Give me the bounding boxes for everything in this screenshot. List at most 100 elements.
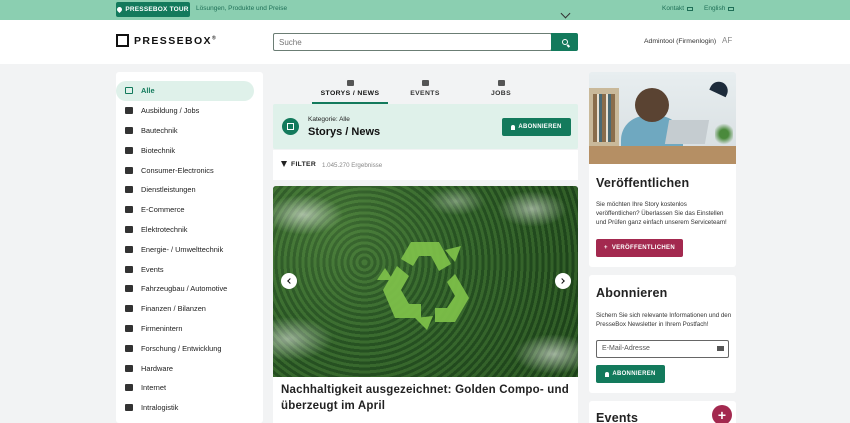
sidebar-item-events[interactable]: Events [116, 259, 254, 279]
pressebox-logo[interactable]: PRESSEBOX® [116, 34, 217, 47]
sidebar-item-biotechnik[interactable]: Biotechnik [116, 140, 254, 160]
category-title: Storys / News [308, 126, 381, 138]
publish-heading: Veröffentlichen [596, 176, 690, 190]
email-field[interactable]: E-Mail-Adresse [596, 340, 729, 358]
search-input[interactable] [273, 33, 552, 51]
sidebar-item-ausbildung-jobs[interactable]: Ausbildung / Jobs [116, 101, 254, 121]
photo-desk [589, 146, 736, 164]
sidebar-item-label: Internet [141, 383, 167, 393]
avatar[interactable]: AF [722, 36, 732, 45]
envelope-icon [717, 346, 724, 351]
sidebar-item-dienstleistungen[interactable]: Dienstleistungen [116, 180, 254, 200]
sidebar-item-hardware[interactable]: Hardware [116, 358, 254, 378]
logo-text: PRESSEBOX® [134, 35, 217, 47]
plus-icon: + [604, 245, 608, 251]
car-icon [125, 285, 133, 293]
featured-story-caption[interactable]: Nachhaltigkeit ausgezeichnet: Golden Com… [273, 377, 578, 423]
search-icon [561, 39, 568, 45]
energy-icon [125, 245, 133, 253]
featured-story-title[interactable]: Nachhaltigkeit ausgezeichnet: Golden Com… [281, 382, 573, 414]
sidebar-item-label: E-Commerce [141, 205, 185, 215]
add-event-button[interactable]: + [712, 405, 732, 423]
research-icon [125, 344, 133, 352]
kontakt-label: Kontakt [662, 5, 685, 12]
grid-icon [287, 123, 294, 130]
sidebar-item-intralogistik[interactable]: Intralogistik [116, 398, 254, 418]
sidebar-item-energie-umwelttechnik[interactable]: Energie- / Umwelttechnik [116, 239, 254, 259]
publish-card: Veröffentlichen Sie möchten Ihre Story k… [589, 164, 736, 267]
content-tabs: STORYS / NEWS EVENTS JOBS [312, 78, 538, 104]
sidebar-item-internet[interactable]: Internet [116, 378, 254, 398]
sidebar-item-label: Dienstleistungen [141, 185, 196, 195]
sidebar-item-label: Intralogistik [141, 403, 179, 413]
subscribe-label: ABONNIEREN [612, 371, 656, 377]
publish-button[interactable]: + VERÖFFENTLICHEN [596, 239, 683, 257]
language-label: English [704, 5, 726, 12]
bolt-icon [125, 225, 133, 233]
tab-events[interactable]: EVENTS [398, 78, 452, 104]
subscribe-category-button[interactable]: ABONNIEREN [502, 118, 571, 136]
pressebox-tour-button[interactable]: PRESSEBOX TOUR [116, 2, 190, 17]
sidebar-item-label: Biotechnik [141, 145, 176, 155]
sidebar-item-consumer-electronics[interactable]: Consumer-Electronics [116, 160, 254, 180]
bell-icon [605, 371, 610, 377]
globe-icon [125, 384, 133, 392]
newsletter-heading: Abonnieren [596, 286, 668, 300]
logistics-icon [125, 404, 133, 412]
sidebar-item-elektrotechnik[interactable]: Elektrotechnik [116, 220, 254, 240]
devices-icon [125, 166, 133, 174]
category-header-card: Kategorie: Alle Storys / News ABONNIEREN [273, 104, 578, 149]
chevron-left-icon [287, 278, 293, 284]
chevron-right-icon [559, 278, 565, 284]
photo-lamp [709, 78, 731, 98]
language-link[interactable]: English [704, 5, 735, 12]
newsletter-text: Sichern Sie sich relevante Informationen… [596, 312, 732, 328]
photo-plant [715, 122, 733, 146]
sidebar-item-finanzen-bilanzen[interactable]: Finanzen / Bilanzen [116, 299, 254, 319]
sidebar-item-label: Consumer-Electronics [141, 165, 214, 175]
calendar-icon [125, 265, 133, 273]
newsletter-card: Abonnieren Sichern Sie sich relevante In… [589, 275, 736, 393]
bell-icon [511, 124, 516, 130]
location-pin-icon [116, 5, 124, 14]
logo-square-icon [116, 34, 129, 47]
carousel-next-button[interactable] [555, 273, 571, 289]
service-icon [125, 186, 133, 194]
tab-storys-news[interactable]: STORYS / NEWS [312, 78, 388, 104]
header: PRESSEBOX® Admintool (Firmenlogin) AF [0, 20, 850, 64]
sidebar-item-bautechnik[interactable]: Bautechnik [116, 121, 254, 141]
biotech-icon [125, 146, 133, 154]
sidebar-item-label: Ausbildung / Jobs [141, 106, 200, 116]
events-heading: Events [596, 411, 639, 423]
tagline-link[interactable]: Lösungen, Produkte und Preise [196, 5, 287, 12]
photo-books [593, 94, 615, 142]
newsletter-subscribe-button[interactable]: ABONNIEREN [596, 365, 665, 383]
kontakt-link[interactable]: Kontakt [662, 5, 694, 12]
tab-label: STORYS / NEWS [320, 90, 380, 97]
sidebar-item-label: Alle [141, 86, 155, 96]
carousel-prev-button[interactable] [281, 273, 297, 289]
tab-jobs[interactable]: JOBS [476, 78, 526, 104]
sidebar-item-label: Events [141, 264, 164, 274]
publish-text: Sie möchten Ihre Story kostenlos veröffe… [596, 201, 727, 226]
filter-label: FILTER [291, 161, 317, 168]
sidebar-item-e-commerce[interactable]: E-Commerce [116, 200, 254, 220]
tour-label: PRESSEBOX TOUR [125, 6, 189, 13]
sidebar-item-label: Finanzen / Bilanzen [141, 304, 206, 314]
sidebar-item-alle[interactable]: Alle [116, 81, 254, 101]
user-account-link[interactable]: Admintool (Firmenlogin) [644, 38, 716, 45]
grid-icon [125, 87, 133, 95]
search-button[interactable] [551, 33, 578, 51]
top-bar: PRESSEBOX TOUR Lösungen, Produkte und Pr… [0, 0, 850, 20]
sidebar-item-fahrzeugbau-automotive[interactable]: Fahrzeugbau / Automotive [116, 279, 254, 299]
sidebar-item-firmenintern[interactable]: Firmenintern [116, 319, 254, 339]
filter-bar[interactable]: FILTER 1.045.270 Ergebnisse [273, 150, 578, 180]
featured-story-image[interactable] [273, 186, 578, 377]
sidebar-item-label: Forschung / Entwicklung [141, 343, 222, 353]
category-label: Kategorie: Alle [308, 116, 350, 123]
tab-label: JOBS [490, 90, 512, 97]
sidebar-item-label: Elektrotechnik [141, 224, 188, 234]
mail-icon [687, 6, 694, 11]
recycle-icon [377, 242, 469, 330]
sidebar-item-forschung-entwicklung[interactable]: Forschung / Entwicklung [116, 338, 254, 358]
